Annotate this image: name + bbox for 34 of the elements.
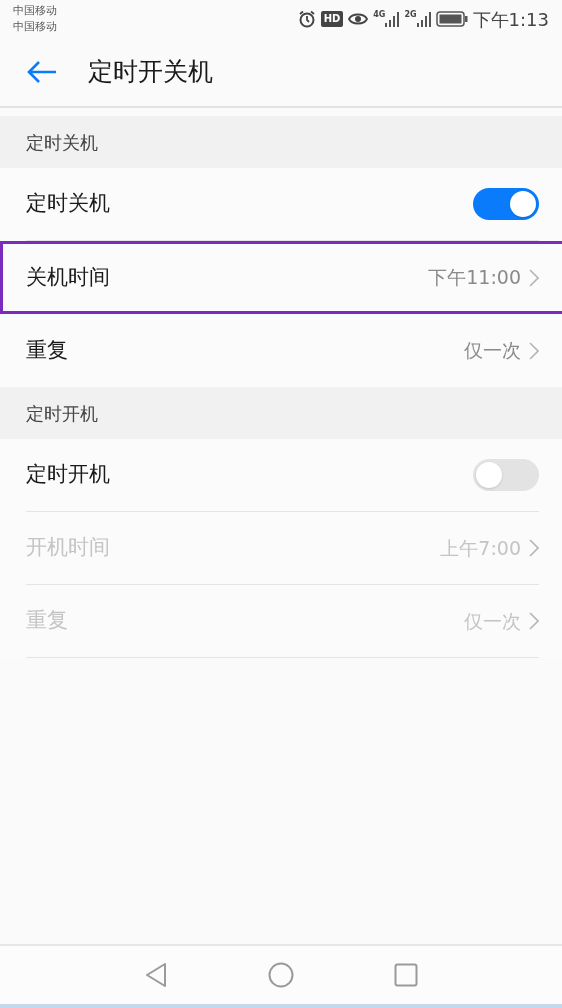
alarm-icon [297,10,316,28]
settings-row[interactable]: 定时开机 [26,439,539,512]
chevron-right-icon [529,612,539,630]
page-title: 定时开关机 [88,56,213,89]
carrier-name: 中国移动 [13,3,57,19]
row-value: 下午11:00 [428,265,521,291]
toggle-switch[interactable] [473,459,539,491]
network-label: 4G [373,11,386,19]
eye-icon [348,12,369,26]
settings-row[interactable]: 定时关机 [26,168,539,241]
row-label: 定时开机 [26,461,110,489]
chevron-right-icon [529,341,539,360]
row-label: 定时关机 [26,190,110,218]
signal-icon [416,11,431,27]
back-nav-icon[interactable] [144,962,168,988]
row-value: 仅一次 [464,338,521,364]
section-header: 定时开机 [0,387,562,439]
battery-icon [435,11,468,27]
row-label: 关机时间 [26,263,110,291]
section-header: 定时关机 [0,116,562,168]
back-arrow-icon[interactable] [26,60,58,84]
clock-time: 下午1:13 [472,7,549,32]
home-nav-icon[interactable] [268,962,294,988]
recents-nav-icon[interactable] [394,963,418,987]
chevron-right-icon [529,268,539,287]
toggle-switch[interactable] [473,188,539,220]
network-label: 2G [404,11,417,19]
settings-row[interactable]: 关机时间 下午11:00 [0,241,562,314]
settings-row[interactable]: 重复 仅一次 [26,314,539,387]
chevron-right-icon [529,539,539,557]
carrier-name: 中国移动 [13,19,57,35]
signal-icon [385,11,400,27]
hd-badge: HD [320,11,344,27]
row-label: 重复 [26,336,68,364]
